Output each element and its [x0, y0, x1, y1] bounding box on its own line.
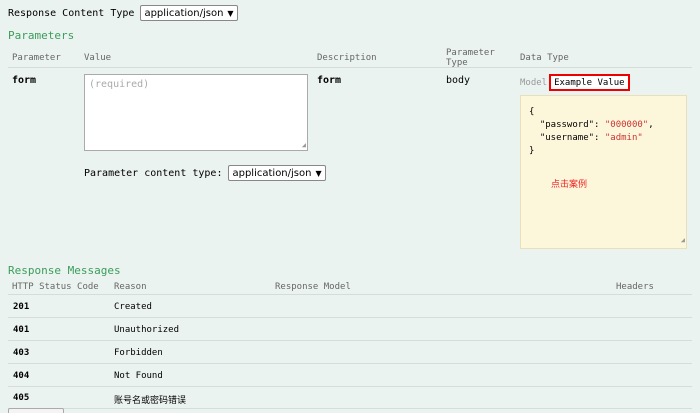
parameter-content-type-label: Parameter content type: — [84, 167, 223, 179]
status-code: 201 — [13, 302, 30, 312]
col-http-status-code: HTTP Status Code — [12, 282, 99, 292]
status-reason: 账号名或密码错误 — [114, 396, 187, 406]
data-type-tabs: Model Example Value — [520, 74, 630, 91]
json-line-password: "password": "000000", — [539, 120, 654, 130]
tab-example-value[interactable]: Example Value — [549, 74, 630, 91]
col-data-type: Data Type — [520, 53, 569, 63]
annotation-text: 点击案例 — [551, 180, 588, 190]
chevron-down-icon: ▼ — [315, 168, 322, 178]
parameter-content-type-select[interactable]: application/json ▼ — [228, 165, 326, 181]
json-value: "admin" — [604, 133, 643, 143]
col-description: Description — [317, 53, 377, 63]
col-parameter-type: Parameter Type — [446, 48, 495, 68]
param-type: body — [446, 75, 471, 86]
json-open-brace: { — [529, 107, 535, 117]
param-name: form — [12, 75, 37, 86]
parameter-content-type-value: application/json — [232, 167, 312, 179]
response-content-type-select[interactable]: application/json ▼ — [140, 5, 238, 21]
table-row: 404 Not Found — [8, 364, 692, 387]
col-value: Value — [84, 53, 112, 63]
try-it-out-button[interactable] — [8, 408, 64, 413]
col-headers: Headers — [616, 282, 654, 292]
col-response-model: Response Model — [275, 282, 351, 292]
param-value-placeholder: (required) — [89, 79, 150, 90]
param-value-textarea[interactable]: (required) ◢ — [84, 74, 308, 151]
status-reason: Unauthorized — [114, 325, 180, 335]
status-code: 401 — [13, 325, 30, 335]
parameters-header-divider — [8, 67, 692, 68]
json-value: "000000" — [604, 120, 649, 130]
example-value-box[interactable]: { "password": "000000", "username": "adm… — [520, 95, 687, 249]
response-content-type-label: Response Content Type — [8, 7, 135, 19]
col-reason: Reason — [114, 282, 147, 292]
status-code: 405 — [13, 393, 30, 403]
param-description: form — [317, 75, 342, 86]
response-content-type: Response Content Type application/json ▼ — [8, 5, 238, 21]
col-parameter: Parameter — [12, 53, 61, 63]
tab-model[interactable]: Model — [520, 78, 547, 88]
resize-handle-icon[interactable]: ◢ — [302, 141, 306, 149]
table-row: 401 Unauthorized — [8, 318, 692, 341]
json-comma: , — [648, 120, 654, 130]
json-close-brace: } — [529, 146, 535, 156]
chevron-down-icon: ▼ — [227, 8, 234, 18]
json-line-username: "username": "admin" — [539, 133, 643, 143]
parameter-content-type: Parameter content type: application/json… — [84, 165, 326, 181]
table-row: 405 账号名或密码错误 — [8, 386, 692, 409]
response-messages-heading: Response Messages — [8, 264, 121, 277]
table-row: 201 Created — [8, 295, 692, 318]
table-row: 403 Forbidden — [8, 341, 692, 364]
status-code: 404 — [13, 371, 30, 381]
json-key: "username" — [539, 133, 595, 143]
parameters-heading: Parameters — [8, 29, 75, 42]
status-reason: Created — [114, 302, 152, 312]
response-content-type-value: application/json — [144, 7, 224, 19]
status-reason: Not Found — [114, 371, 163, 381]
status-code: 403 — [13, 348, 30, 358]
json-key: "password" — [539, 120, 595, 130]
status-reason: Forbidden — [114, 348, 163, 358]
resize-handle-icon[interactable]: ◢ — [681, 234, 685, 247]
tab-example-value-label: Example Value — [554, 77, 625, 88]
